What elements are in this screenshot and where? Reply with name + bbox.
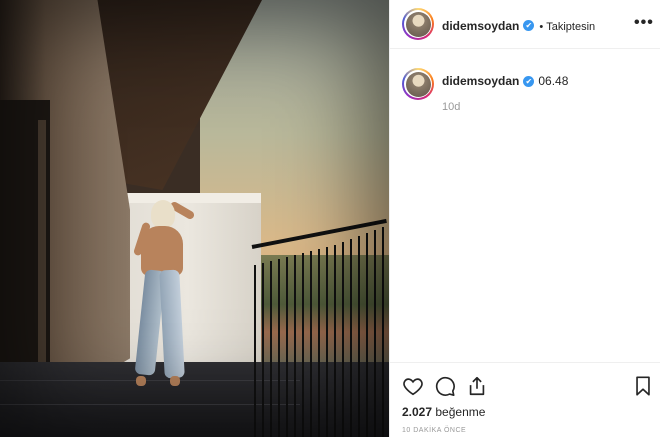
- door-frame: [38, 120, 46, 390]
- figure-head: [151, 200, 175, 228]
- comment-icon[interactable]: [434, 375, 456, 397]
- heart-icon[interactable]: [402, 375, 424, 397]
- action-bar: 2.027 beğenme 10 DAKİKA ÖNCE: [390, 362, 660, 438]
- likes-word: beğenme: [435, 405, 486, 419]
- instagram-post: didemsoydan ✔ • Takiptesin ••• didemsoydan ✔…: [0, 0, 660, 437]
- bookmark-icon[interactable]: [632, 375, 654, 397]
- comment-age: 10d: [442, 101, 461, 113]
- caption-text: didemsoydan ✔ 06.48: [442, 74, 568, 88]
- verified-badge-icon: ✔: [523, 20, 535, 32]
- balcony-railing: [251, 218, 389, 437]
- caption-body: 06.48: [538, 74, 569, 88]
- more-options-icon[interactable]: •••: [634, 14, 654, 32]
- post-header: didemsoydan ✔ • Takiptesin •••: [390, 0, 660, 49]
- post-photo[interactable]: [0, 0, 389, 437]
- figure-foot: [136, 376, 146, 386]
- figure-foot: [170, 376, 180, 386]
- avatar[interactable]: [402, 68, 434, 100]
- comment-username-link[interactable]: didemsoydan: [442, 74, 519, 88]
- avatar[interactable]: [402, 8, 434, 40]
- likes-number: 2.027: [402, 405, 433, 419]
- username-link[interactable]: didemsoydan: [442, 19, 519, 33]
- likes-count[interactable]: 2.027 beğenme: [402, 405, 485, 419]
- share-icon[interactable]: [466, 375, 488, 397]
- figure-torso: [141, 226, 183, 276]
- follow-status[interactable]: Takiptesin: [546, 21, 595, 33]
- separator-dot: •: [539, 21, 544, 33]
- header-user: didemsoydan ✔ • Takiptesin: [442, 17, 595, 35]
- post-side-panel: didemsoydan ✔ • Takiptesin ••• didemsoydan ✔…: [389, 0, 660, 437]
- post-timestamp[interactable]: 10 DAKİKA ÖNCE: [402, 427, 466, 434]
- verified-badge-icon: ✔: [523, 76, 535, 88]
